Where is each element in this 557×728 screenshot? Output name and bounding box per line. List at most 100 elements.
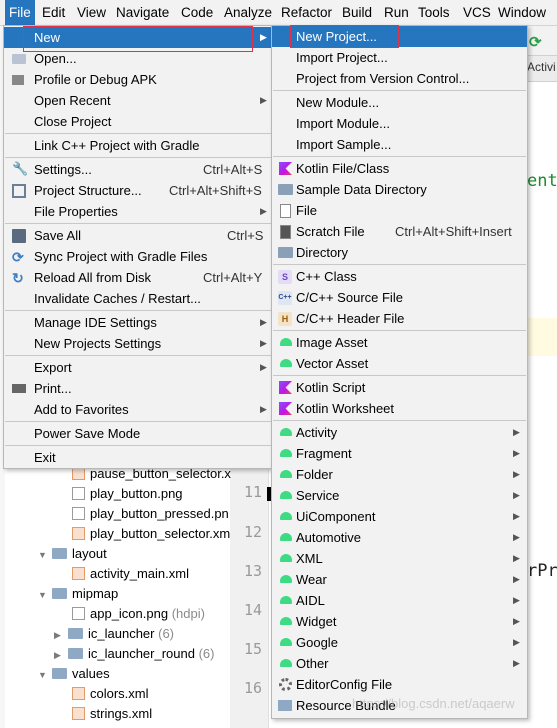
menu-item-fragment[interactable]: Fragment ▶: [272, 443, 527, 464]
menu-item-link-cpp[interactable]: Link C++ Project with Gradle: [4, 135, 272, 156]
menu-item-other[interactable]: Other ▶: [272, 653, 527, 674]
menu-item-exit[interactable]: Exit: [4, 447, 272, 468]
menu-item-project-structure[interactable]: Project Structure... Ctrl+Alt+Shift+S: [4, 180, 272, 201]
file-menu: New ▶ Open... Profile or Debug APK Open R…: [3, 25, 273, 469]
menu-item-directory[interactable]: Directory: [272, 242, 527, 263]
menu-item-manage-ide-settings[interactable]: Manage IDE Settings ▶: [4, 312, 272, 333]
tree-item-folder[interactable]: ▼ values: [38, 664, 110, 684]
android-icon: [280, 533, 292, 541]
menu-edit[interactable]: Edit: [38, 0, 69, 25]
menu-item-print[interactable]: Print...: [4, 378, 272, 399]
submenu-arrow-icon: ▶: [513, 637, 520, 647]
tree-item-file[interactable]: strings.xml: [72, 704, 152, 724]
submenu-arrow-icon: ▶: [513, 490, 520, 500]
menu-item-image-asset[interactable]: Image Asset: [272, 332, 527, 353]
tree-item-folder[interactable]: ▼ layout: [38, 544, 107, 564]
menu-item-close-project[interactable]: Close Project: [4, 111, 272, 132]
collapsed-caret-icon[interactable]: ▶: [54, 625, 64, 645]
tree-item-folder[interactable]: ▶ ic_launcher_round (6): [54, 644, 214, 664]
image-file-icon: [72, 607, 85, 620]
menu-item-import-module[interactable]: Import Module...: [272, 113, 527, 134]
menu-item-cpp-header[interactable]: H C/C++ Header File: [272, 308, 527, 329]
editor-tab-activity[interactable]: Activi: [527, 55, 557, 82]
expand-caret-icon[interactable]: ▼: [38, 665, 48, 685]
menu-item-import-project[interactable]: Import Project...: [272, 47, 527, 68]
menu-item-service[interactable]: Service ▶: [272, 485, 527, 506]
menu-item-export[interactable]: Export ▶: [4, 357, 272, 378]
line-number: 11: [243, 483, 262, 501]
tree-item-folder[interactable]: ▼ mipmap: [38, 584, 118, 604]
folder-icon: [52, 668, 67, 679]
tree-item-folder[interactable]: ▶ ic_launcher (6): [54, 624, 174, 644]
menu-item-new-projects-settings[interactable]: New Projects Settings ▶: [4, 333, 272, 354]
menu-item-editorconfig-file[interactable]: EditorConfig File: [272, 674, 527, 695]
menu-vcs[interactable]: VCS: [459, 0, 495, 25]
sync-icon[interactable]: ⟳: [529, 33, 542, 51]
menu-navigate[interactable]: Navigate: [112, 0, 173, 25]
reload-icon: ↻: [12, 270, 24, 286]
tree-item-file[interactable]: activity_main.xml: [72, 564, 189, 584]
line-number: 16: [243, 679, 262, 697]
menu-item-kotlin-worksheet[interactable]: Kotlin Worksheet: [272, 398, 527, 419]
android-icon: [280, 491, 292, 499]
menu-item-kotlin-file[interactable]: Kotlin File/Class: [272, 158, 527, 179]
folder-open-icon: [12, 54, 26, 64]
expand-caret-icon[interactable]: ▼: [38, 585, 48, 605]
menu-item-import-sample[interactable]: Import Sample...: [272, 134, 527, 155]
tree-item-file[interactable]: play_button_pressed.pn: [72, 504, 229, 524]
tree-item-file[interactable]: colors.xml: [72, 684, 149, 704]
menu-item-profile-debug-apk[interactable]: Profile or Debug APK: [4, 69, 272, 90]
menu-separator: [273, 156, 526, 157]
menu-item-activity[interactable]: Activity ▶: [272, 422, 527, 443]
menu-item-wear[interactable]: Wear ▶: [272, 569, 527, 590]
menu-item-project-from-vcs[interactable]: Project from Version Control...: [272, 68, 527, 89]
menu-view[interactable]: View: [73, 0, 110, 25]
menu-item-invalidate-caches[interactable]: Invalidate Caches / Restart...: [4, 288, 272, 309]
submenu-arrow-icon: ▶: [513, 469, 520, 479]
menu-item-automotive[interactable]: Automotive ▶: [272, 527, 527, 548]
line-number: 15: [243, 640, 262, 658]
menu-analyze[interactable]: Analyze: [220, 0, 276, 25]
android-icon: [280, 659, 292, 667]
menu-item-settings[interactable]: 🔧 Settings... Ctrl+Alt+S: [4, 159, 272, 180]
menu-item-vector-asset[interactable]: Vector Asset: [272, 353, 527, 374]
menu-item-uicomponent[interactable]: UiComponent ▶: [272, 506, 527, 527]
menu-item-reload-disk[interactable]: ↻ Reload All from Disk Ctrl+Alt+Y: [4, 267, 272, 288]
menu-code[interactable]: Code: [177, 0, 217, 25]
menu-item-save-all[interactable]: Save All Ctrl+S: [4, 225, 272, 246]
menu-item-kotlin-script[interactable]: Kotlin Script: [272, 377, 527, 398]
code-fragment: rPr: [527, 561, 557, 581]
menu-item-scratch-file[interactable]: Scratch File Ctrl+Alt+Shift+Insert: [272, 221, 527, 242]
submenu-arrow-icon: ▶: [513, 658, 520, 668]
menu-item-add-to-favorites[interactable]: Add to Favorites ▶: [4, 399, 272, 420]
menu-item-sample-data-directory[interactable]: Sample Data Directory: [272, 179, 527, 200]
menu-item-open-recent[interactable]: Open Recent ▶: [4, 90, 272, 111]
menu-run[interactable]: Run: [380, 0, 413, 25]
xml-file-icon: [72, 687, 85, 700]
project-structure-icon: [12, 184, 26, 198]
menu-item-power-save-mode[interactable]: Power Save Mode: [4, 423, 272, 444]
menu-item-new-module[interactable]: New Module...: [272, 92, 527, 113]
menu-item-file[interactable]: File: [272, 200, 527, 221]
tree-item-file[interactable]: play_button.png: [72, 484, 183, 504]
menu-separator: [5, 421, 271, 422]
menu-tools[interactable]: Tools: [414, 0, 454, 25]
tree-item-file[interactable]: app_icon.png (hdpi): [72, 604, 205, 624]
menu-file[interactable]: File: [5, 0, 35, 25]
menu-item-xml[interactable]: XML ▶: [272, 548, 527, 569]
menu-build[interactable]: Build: [338, 0, 376, 25]
menu-window[interactable]: Window: [494, 0, 550, 25]
menu-item-aidl[interactable]: AIDL ▶: [272, 590, 527, 611]
menu-item-google[interactable]: Google ▶: [272, 632, 527, 653]
menu-item-file-properties[interactable]: File Properties ▶: [4, 201, 272, 222]
menu-item-sync-gradle[interactable]: ⟳ Sync Project with Gradle Files: [4, 246, 272, 267]
menu-separator: [5, 223, 271, 224]
menu-item-widget[interactable]: Widget ▶: [272, 611, 527, 632]
tree-item-file[interactable]: play_button_selector.xm: [72, 524, 230, 544]
expand-caret-icon[interactable]: ▼: [38, 545, 48, 565]
menu-item-cpp-source[interactable]: C++ C/C++ Source File: [272, 287, 527, 308]
menu-item-folder[interactable]: Folder ▶: [272, 464, 527, 485]
menu-item-cpp-class[interactable]: S C++ Class: [272, 266, 527, 287]
menu-refactor[interactable]: Refactor: [277, 0, 336, 25]
collapsed-caret-icon[interactable]: ▶: [54, 645, 64, 665]
